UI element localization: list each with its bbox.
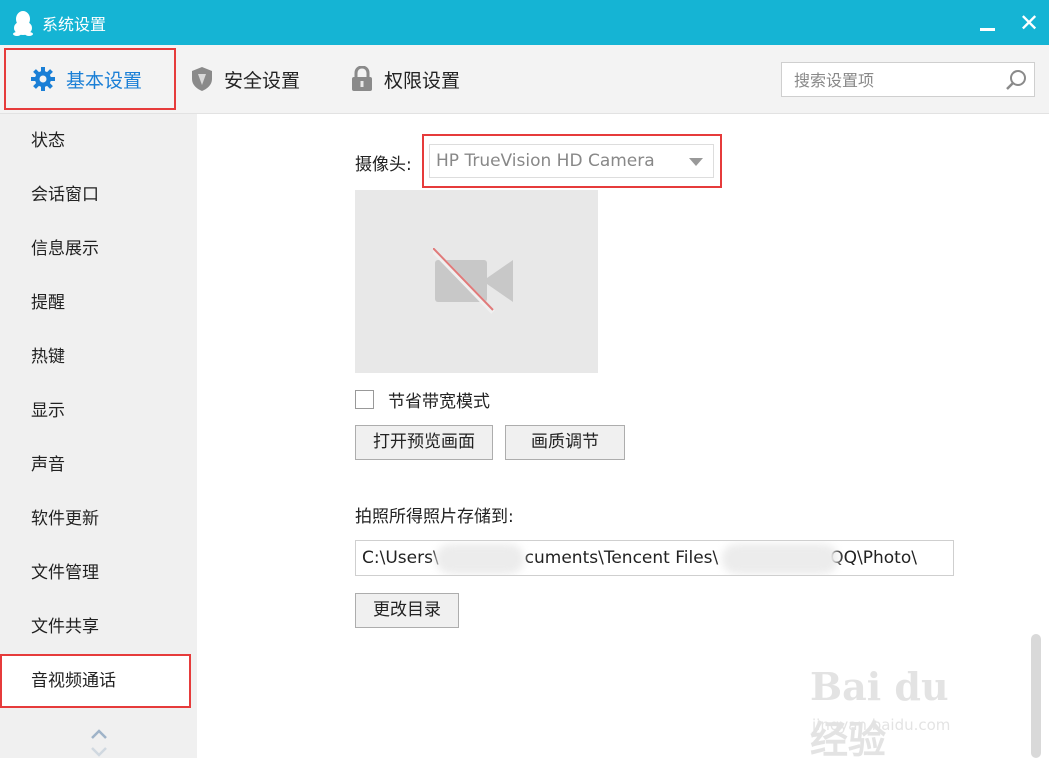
dropdown-arrow-icon [689,158,703,166]
change-directory-button[interactable]: 更改目录 [355,593,459,628]
redacted-blur [722,544,838,574]
sidebar-item-file-sharing[interactable]: 文件共享 [0,600,197,654]
gear-icon [30,66,56,92]
sidebar-item-software-update[interactable]: 软件更新 [0,492,197,546]
shield-icon [190,66,214,92]
sidebar-item-info-display[interactable]: 信息展示 [0,222,197,276]
camera-select-highlight: HP TrueVision HD Camera [422,134,722,188]
watermark-brand: Bai du 经验 [810,664,949,762]
toolbar: 基本设置 安全设置 权限设置 [0,45,1049,114]
camera-select[interactable]: HP TrueVision HD Camera [429,144,714,178]
redacted-blur [436,544,524,574]
camera-preview [355,190,598,373]
qq-penguin-icon [13,11,33,36]
lock-icon [350,66,374,92]
sidebar-item-hotkeys[interactable]: 热键 [0,330,197,384]
vertical-scrollbar[interactable] [1031,634,1041,758]
sidebar: 状态 会话窗口 信息展示 提醒 热键 显示 声音 软件更新 文件管理 文件共享 … [0,114,197,758]
path-segment: cuments\Tencent Files\ [524,548,719,568]
path-segment: QQ\Photo\ [830,548,917,568]
camera-label: 摄像头: [355,155,412,175]
scroll-up-down-icon[interactable] [88,724,110,758]
tab-label: 安全设置 [224,69,301,92]
sidebar-item-reminder[interactable]: 提醒 [0,276,197,330]
camera-select-value: HP TrueVision HD Camera [436,151,655,171]
search-input[interactable] [782,63,996,98]
tab-basic-settings[interactable]: 基本设置 [4,48,176,110]
sidebar-item-status[interactable]: 状态 [0,114,197,168]
search-box [781,62,1035,98]
sidebar-item-av-call[interactable]: 音视频通话 [0,654,191,708]
photo-save-label: 拍照所得照片存储到: [355,507,514,527]
baidu-watermark: Bai du 经验 jingyan.baidu.com [802,644,992,762]
tab-label: 基本设置 [66,69,143,92]
path-segment: C:\Users\ [362,548,439,568]
window-title: 系统设置 [42,15,107,34]
bandwidth-option: 节省带宽模式 [355,387,490,412]
bandwidth-checkbox[interactable] [355,390,374,409]
title-bar: 系统设置 ✕ [0,0,1049,45]
sidebar-item-sound[interactable]: 声音 [0,438,197,492]
camera-off-icon [433,248,513,314]
tab-security-settings[interactable]: 安全设置 [190,45,300,113]
watermark-url: jingyan.baidu.com [812,716,951,734]
close-button[interactable]: ✕ [1012,6,1046,40]
search-icon[interactable] [1004,68,1028,92]
tab-label: 权限设置 [384,69,461,92]
open-preview-button[interactable]: 打开预览画面 [355,425,493,460]
settings-content: 摄像头: HP TrueVision HD Camera 节省带宽模式 打开预览… [197,114,1049,762]
photo-path-field[interactable]: C:\Users\ cuments\Tencent Files\ QQ\Photo\ [355,540,954,576]
bandwidth-label: 节省带宽模式 [388,392,490,412]
quality-adjust-button[interactable]: 画质调节 [505,425,625,460]
sidebar-item-chat-window[interactable]: 会话窗口 [0,168,197,222]
sidebar-item-display[interactable]: 显示 [0,384,197,438]
sidebar-item-file-management[interactable]: 文件管理 [0,546,197,600]
tab-permission-settings[interactable]: 权限设置 [350,45,460,113]
minimize-button[interactable] [970,6,1004,40]
